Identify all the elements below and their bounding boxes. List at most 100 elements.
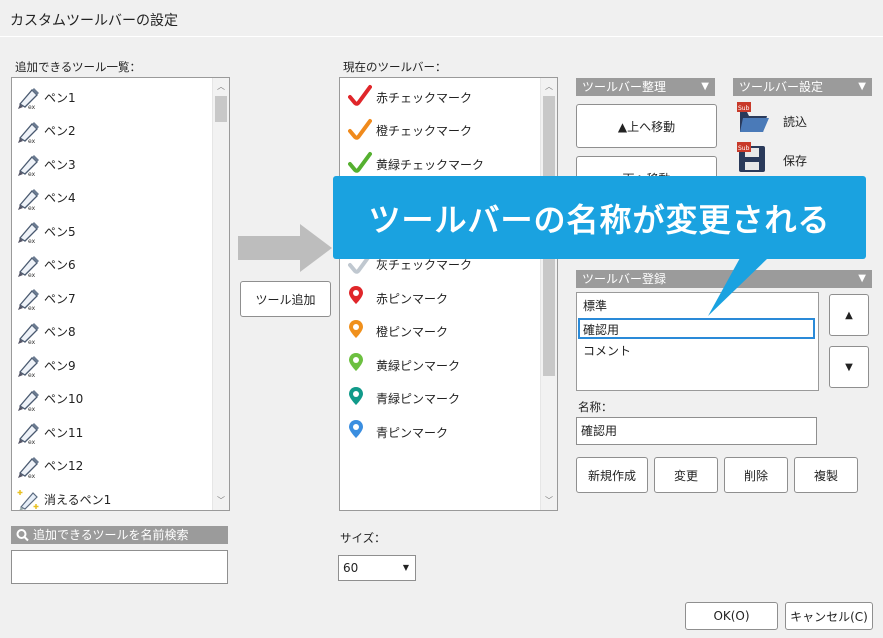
list-item-label: ペン3 xyxy=(44,157,76,172)
list-item-label: 橙チェックマーク xyxy=(376,124,473,138)
list-item[interactable]: 黄緑チェックマーク xyxy=(348,149,484,179)
chevron-down-icon: ▼ xyxy=(701,81,709,92)
list-item[interactable]: コメント xyxy=(583,342,631,359)
svg-text:ex: ex xyxy=(28,238,36,244)
svg-text:ex: ex xyxy=(28,473,36,479)
list-item-label: ペン6 xyxy=(44,258,76,272)
list-item[interactable]: ex ペン9 xyxy=(16,350,76,380)
list-item[interactable]: 黄緑ピンマーク xyxy=(348,350,460,380)
pen-icon: ex xyxy=(16,185,42,212)
list-item[interactable]: 橙ピンマーク xyxy=(348,317,448,347)
chevron-down-icon: ▼ xyxy=(858,81,866,92)
scroll-up-icon[interactable]: ︿ xyxy=(213,80,229,94)
scroll-up-icon[interactable]: ︿ xyxy=(541,80,557,94)
callout-pointer xyxy=(708,258,768,316)
list-item-label: 青ピンマーク xyxy=(376,425,449,440)
cancel-button[interactable]: キャンセル(C) xyxy=(785,602,873,630)
order-up-button[interactable]: ▲ xyxy=(829,294,869,336)
list-item[interactable]: 赤ピンマーク xyxy=(348,283,448,313)
current-toolbar-scrollbar[interactable]: ︿ ﹀ xyxy=(540,78,557,510)
list-item[interactable]: ex ペン2 xyxy=(16,116,76,146)
svg-text:Sub: Sub xyxy=(738,105,750,112)
list-item[interactable]: 橙チェックマーク xyxy=(348,116,472,146)
list-item-label: ペン9 xyxy=(44,358,76,373)
registered-toolbars-list[interactable]: 標準 確認用 コメント xyxy=(576,292,819,391)
list-item[interactable]: ex ペン11 xyxy=(16,417,83,447)
order-down-button[interactable]: ▼ xyxy=(829,346,869,388)
size-select[interactable]: 60 ▼ xyxy=(338,555,416,581)
add-arrow-icon xyxy=(238,224,332,272)
svg-text:ex: ex xyxy=(28,138,36,144)
load-icon[interactable]: Sub xyxy=(737,102,771,136)
list-item[interactable]: 赤チェックマーク xyxy=(348,82,472,112)
move-up-button[interactable]: ▲上へ移動 xyxy=(576,104,717,148)
list-item[interactable]: ex ペン4 xyxy=(16,183,76,213)
chevron-down-icon: ▼ xyxy=(858,273,866,284)
list-item[interactable]: ex ペン1 xyxy=(16,82,76,112)
save-label[interactable]: 保存 xyxy=(783,152,807,169)
callout-text: ツールバーの名称が変更される xyxy=(368,200,831,239)
toolbar-organize-label: ツールバー整理 xyxy=(582,80,667,94)
list-item-label: ペン7 xyxy=(44,291,76,306)
list-item-label: 消えるペン1 xyxy=(44,492,112,507)
name-input[interactable]: 確認用 xyxy=(576,417,817,445)
pin-icon xyxy=(348,319,374,345)
change-button[interactable]: 変更 xyxy=(654,457,718,493)
search-icon xyxy=(16,526,29,549)
list-item[interactable]: ex ペン5 xyxy=(16,216,76,246)
ok-button[interactable]: OK(O) xyxy=(685,602,778,630)
vanishing-pen-icon xyxy=(16,486,42,510)
svg-text:Sub: Sub xyxy=(738,145,750,152)
pin-icon xyxy=(348,419,374,445)
list-item[interactable]: ex ペン12 xyxy=(16,451,83,481)
list-item[interactable]: 青ピンマーク xyxy=(348,417,448,447)
scroll-thumb[interactable] xyxy=(215,96,227,122)
add-tool-button[interactable]: ツール追加 xyxy=(240,281,331,317)
scroll-down-icon[interactable]: ﹀ xyxy=(213,494,229,508)
list-item[interactable]: ex ペン10 xyxy=(16,384,83,414)
list-item-label: 黄緑ピンマーク xyxy=(376,358,461,373)
svg-text:ex: ex xyxy=(28,205,36,211)
list-item-label: ペン10 xyxy=(44,392,84,406)
available-tools-scrollbar[interactable]: ︿ ﹀ xyxy=(212,78,229,510)
pen-icon: ex xyxy=(16,218,42,245)
toolbar-register-label: ツールバー登録 xyxy=(582,272,667,286)
pin-icon xyxy=(348,386,374,412)
list-item[interactable]: ex ペン6 xyxy=(16,250,76,280)
list-item-label: ペン5 xyxy=(44,224,76,239)
window-title: カスタムツールバーの設定 xyxy=(10,13,178,29)
list-item[interactable]: 消えるペン1 xyxy=(16,484,112,510)
pen-icon: ex xyxy=(16,453,42,480)
save-icon[interactable]: Sub xyxy=(737,142,771,176)
duplicate-button[interactable]: 複製 xyxy=(794,457,858,493)
tool-search-input[interactable] xyxy=(11,550,228,584)
list-item-label: 青緑ピンマーク xyxy=(376,392,461,406)
new-button[interactable]: 新規作成 xyxy=(576,457,648,493)
pen-icon: ex xyxy=(16,118,42,145)
pen-icon: ex xyxy=(16,151,42,178)
list-item-selected[interactable]: 確認用 xyxy=(578,318,815,339)
list-item[interactable]: 標準 xyxy=(583,297,607,314)
list-item-label: ペン12 xyxy=(44,459,84,473)
toolbar-organize-header[interactable]: ツールバー整理 ▼ xyxy=(576,78,715,96)
list-item-label: ペン11 xyxy=(44,425,84,440)
pin-icon xyxy=(348,352,374,378)
list-item[interactable]: ex ペン3 xyxy=(16,149,76,179)
load-label[interactable]: 読込 xyxy=(783,113,807,130)
svg-text:ex: ex xyxy=(28,272,36,278)
list-item-label: ペン4 xyxy=(44,191,76,205)
list-item[interactable]: 青緑ピンマーク xyxy=(348,384,460,414)
list-item-label: 赤ピンマーク xyxy=(376,291,449,306)
check-icon xyxy=(348,151,374,177)
check-icon xyxy=(348,118,374,144)
list-item[interactable]: ex ペン8 xyxy=(16,317,76,347)
size-value: 60 xyxy=(343,561,359,575)
pen-icon: ex xyxy=(16,285,42,312)
delete-button[interactable]: 削除 xyxy=(724,457,788,493)
available-tools-list[interactable]: ︿ ﹀ ex ペン1 ex ペン2 ex ペン3 ex ペン4 ex ペン5 ex ペン6 ex ペン7 e… xyxy=(11,77,230,511)
current-toolbar-list[interactable]: ︿ ﹀ 赤チェックマーク橙チェックマーク黄緑チェックマーク紫チェックマーク桃チェ… xyxy=(339,77,558,511)
scroll-down-icon[interactable]: ﹀ xyxy=(541,494,557,508)
pen-icon: ex xyxy=(16,319,42,346)
toolbar-settings-header[interactable]: ツールバー設定 ▼ xyxy=(733,78,872,96)
list-item[interactable]: ex ペン7 xyxy=(16,283,76,313)
